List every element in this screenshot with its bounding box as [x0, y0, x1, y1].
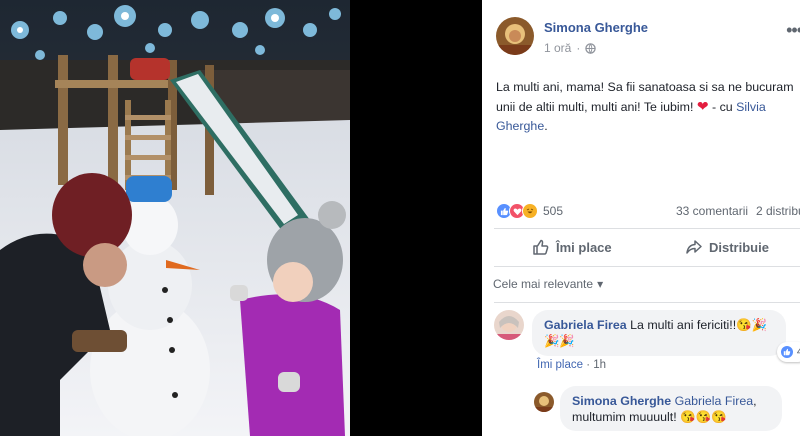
- shares-count-link[interactable]: 2 distribuiri: [756, 204, 800, 218]
- author-name[interactable]: Simona Gherghe: [544, 20, 648, 35]
- divider: [494, 302, 800, 303]
- post-time[interactable]: 1 oră: [544, 41, 571, 55]
- snowman-photo: [0, 0, 350, 436]
- comment-bubble: Gabriela Firea La multi ani fericiti!!😘🎉…: [532, 310, 800, 362]
- kiss-emoji-icon: 😘😘😘: [680, 410, 727, 424]
- reply-bubble: Simona Gherghe Gabriela Firea, multumim …: [560, 386, 782, 431]
- like-button-label: Îmi place: [556, 239, 612, 255]
- like-button[interactable]: Îmi place: [532, 238, 612, 256]
- post-photo[interactable]: [0, 0, 350, 436]
- post-text: La multi ani, mama! Sa fii sanatoasa si …: [496, 78, 796, 136]
- share-arrow-icon: [686, 240, 702, 254]
- comment-item: Gabriela Firea La multi ani fericiti!!😘🎉…: [494, 310, 800, 362]
- tag-prefix: - cu: [708, 100, 737, 114]
- reactions-summary: 505 33 comentarii 2 distribuiri: [496, 202, 800, 220]
- reactions-count[interactable]: 505: [543, 204, 563, 218]
- post-meta: 1 oră ·: [544, 41, 648, 55]
- comment-reaction-badge[interactable]: 4: [776, 342, 800, 362]
- viewer-gap: [350, 0, 482, 436]
- comment-actions: Îmi place · 1h: [537, 359, 606, 371]
- comments-count-link[interactable]: 33 comentarii: [676, 204, 748, 218]
- chevron-down-icon: ▾: [597, 277, 604, 291]
- comment-like-link[interactable]: Îmi place: [537, 359, 583, 371]
- post-panel: Simona Gherghe 1 oră · ••• La multi ani,…: [482, 0, 800, 436]
- reaction-icons[interactable]: [496, 203, 538, 219]
- comment-text: La multi ani fericiti!!: [626, 318, 737, 332]
- dot-separator: ·: [583, 359, 594, 371]
- comment-sort-dropdown[interactable]: Cele mai relevante ▾: [493, 277, 603, 291]
- dot-separator: ·: [576, 41, 581, 55]
- globe-icon[interactable]: [585, 42, 597, 54]
- divider: [494, 266, 800, 267]
- party-emoji-icon: 🎉🎉: [544, 334, 575, 348]
- comment-author[interactable]: Gabriela Firea: [544, 318, 627, 332]
- like-reaction-icon: [779, 345, 794, 359]
- more-options-icon[interactable]: •••: [786, 20, 800, 41]
- share-button[interactable]: Distribuie: [685, 238, 769, 256]
- share-button-label: Distribuie: [709, 239, 769, 255]
- reply-mention[interactable]: Gabriela Firea: [671, 394, 754, 408]
- post-text-end: .: [544, 119, 548, 133]
- commenter-avatar[interactable]: [494, 310, 524, 340]
- reply-text: multumim muuuult!: [572, 410, 681, 424]
- author-avatar[interactable]: [496, 17, 534, 55]
- post-header: Simona Gherghe 1 oră ·: [496, 17, 648, 55]
- heart-emoji-icon: ❤: [696, 98, 709, 114]
- thumbs-up-icon: [533, 239, 549, 255]
- reply-text-comma: ,: [753, 394, 757, 408]
- reply-item: Simona Gherghe Gabriela Firea, multumim …: [534, 386, 782, 431]
- haha-reaction-icon: [522, 203, 538, 219]
- post-actions: Îmi place Distribuie: [482, 229, 800, 265]
- kiss-party-emoji-icon: 😘🎉: [736, 318, 768, 332]
- replier-avatar[interactable]: [534, 392, 554, 412]
- comment-time[interactable]: 1h: [593, 359, 606, 371]
- reply-author[interactable]: Simona Gherghe: [572, 394, 671, 408]
- sort-label: Cele mai relevante: [493, 277, 594, 291]
